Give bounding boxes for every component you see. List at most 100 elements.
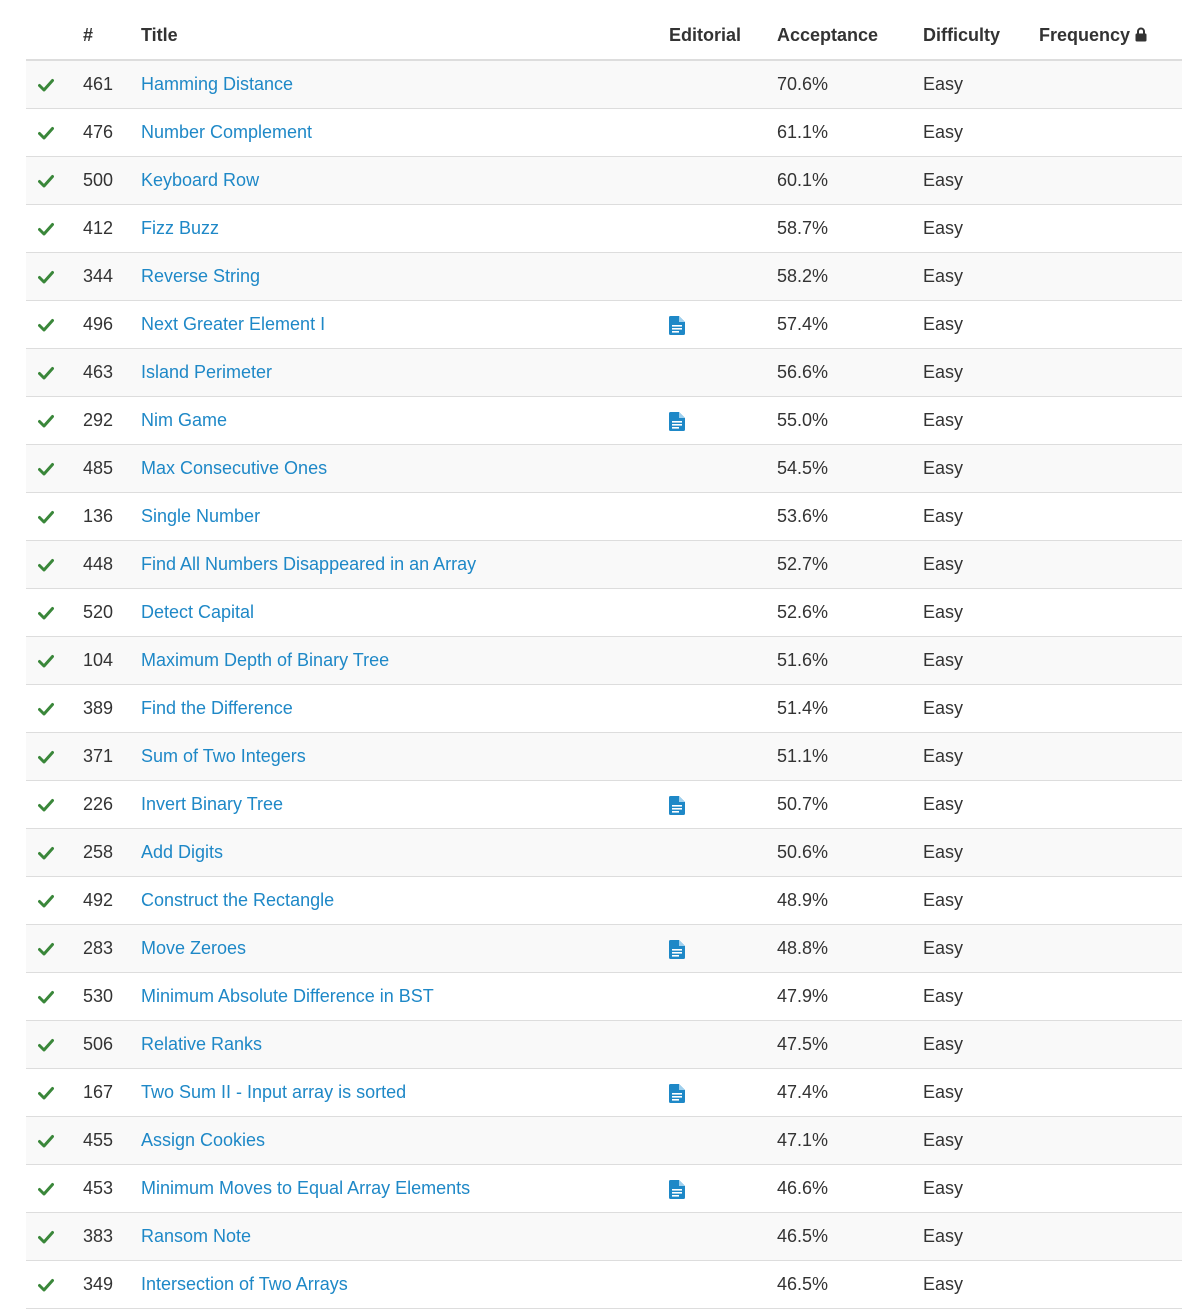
problem-title-link[interactable]: Find All Numbers Disappeared in an Array [141,554,476,574]
frequency-cell [1039,1260,1182,1309]
frequency-cell [1039,252,1182,301]
editorial-document-icon[interactable] [669,411,685,431]
problem-id: 383 [83,1212,141,1261]
editorial-document-icon[interactable] [669,795,685,815]
difficulty-cell: Easy [923,684,1039,733]
problem-title-link[interactable]: Minimum Absolute Difference in BST [141,986,434,1006]
header-editorial[interactable]: Editorial [669,11,777,61]
problem-title-link[interactable]: Fizz Buzz [141,218,219,238]
acceptance-cell: 47.4% [777,1068,923,1117]
problem-id: 461 [83,60,141,109]
problem-title-link[interactable]: Keyboard Row [141,170,259,190]
status-cell [26,780,83,829]
check-icon [38,1135,54,1148]
header-difficulty[interactable]: Difficulty [923,11,1039,61]
problem-title-link[interactable]: Minimum Moves to Equal Array Elements [141,1178,470,1198]
editorial-cell [669,156,777,205]
problem-title-link[interactable]: Island Perimeter [141,362,272,382]
check-icon [38,319,54,332]
status-cell [26,396,83,445]
acceptance-cell: 57.4% [777,300,923,349]
problem-title-link[interactable]: Invert Binary Tree [141,794,283,814]
status-cell [26,588,83,637]
status-cell [26,60,83,109]
acceptance-cell: 56.6% [777,348,923,397]
difficulty-cell: Easy [923,972,1039,1021]
problem-id: 530 [83,972,141,1021]
editorial-cell [669,1068,777,1117]
difficulty-cell: Easy [923,1020,1039,1069]
check-icon [38,1039,54,1052]
problem-title-link[interactable]: Detect Capital [141,602,254,622]
frequency-cell [1039,684,1182,733]
header-status [26,11,83,61]
table-row: 136 Single Number 53.6% Easy [26,492,1182,541]
check-icon [38,895,54,908]
status-cell [26,636,83,685]
acceptance-cell: 46.5% [777,1212,923,1261]
problem-title-link[interactable]: Find the Difference [141,698,293,718]
problem-title-link[interactable]: Maximum Depth of Binary Tree [141,650,389,670]
frequency-cell [1039,1116,1182,1165]
problem-title-link[interactable]: Sum of Two Integers [141,746,306,766]
header-title[interactable]: Title [141,11,669,61]
frequency-cell [1039,492,1182,541]
header-frequency[interactable]: Frequency [1039,11,1182,61]
problem-title-link[interactable]: Number Complement [141,122,312,142]
frequency-cell [1039,1164,1182,1213]
check-icon [38,223,54,236]
table-row: 389 Find the Difference 51.4% Easy [26,684,1182,733]
problem-title-link[interactable]: Move Zeroes [141,938,246,958]
editorial-cell [669,252,777,301]
table-header: # Title Editorial Acceptance Difficulty … [26,11,1182,61]
problem-id: 496 [83,300,141,349]
check-icon [38,511,54,524]
acceptance-cell: 50.6% [777,828,923,877]
problem-id: 453 [83,1164,141,1213]
problem-title-link[interactable]: Reverse String [141,266,260,286]
acceptance-cell: 47.1% [777,1116,923,1165]
status-cell [26,204,83,253]
problem-title-link[interactable]: Two Sum II - Input array is sorted [141,1082,406,1102]
editorial-cell [669,492,777,541]
problem-id: 520 [83,588,141,637]
difficulty-cell: Easy [923,636,1039,685]
problem-title-link[interactable]: Relative Ranks [141,1034,262,1054]
problem-id: 412 [83,204,141,253]
problem-title-link[interactable]: Hamming Distance [141,74,293,94]
problem-title-link[interactable]: Max Consecutive Ones [141,458,327,478]
editorial-document-icon[interactable] [669,1179,685,1199]
problem-title-link[interactable]: Assign Cookies [141,1130,265,1150]
acceptance-cell: 51.1% [777,732,923,781]
problem-id: 506 [83,1020,141,1069]
editorial-document-icon[interactable] [669,315,685,335]
problem-title-link[interactable]: Intersection of Two Arrays [141,1274,348,1294]
header-frequency-label: Frequency [1039,24,1131,45]
problem-title-link[interactable]: Add Digits [141,842,223,862]
table-row: 500 Keyboard Row 60.1% Easy [26,156,1182,205]
problem-title-link[interactable]: Next Greater Element I [141,314,325,334]
header-acceptance[interactable]: Acceptance [777,11,923,61]
table-row: 283 Move Zeroes 48.8% Easy [26,924,1182,973]
problem-id: 455 [83,1116,141,1165]
title-cell: Two Sum II - Input array is sorted [141,1068,669,1117]
status-cell [26,252,83,301]
title-cell: Assign Cookies [141,1116,669,1165]
problem-title-link[interactable]: Ransom Note [141,1226,251,1246]
title-cell: Number Complement [141,108,669,157]
problems-table: # Title Editorial Acceptance Difficulty … [26,11,1182,1309]
problem-title-link[interactable]: Single Number [141,506,260,526]
title-cell: Hamming Distance [141,60,669,109]
problem-title-link[interactable]: Construct the Rectangle [141,890,334,910]
status-cell [26,492,83,541]
table-row: 453 Minimum Moves to Equal Array Element… [26,1164,1182,1213]
editorial-cell [669,540,777,589]
header-id[interactable]: # [83,11,141,61]
editorial-document-icon[interactable] [669,939,685,959]
check-icon [38,559,54,572]
status-cell [26,108,83,157]
check-icon [38,1231,54,1244]
editorial-document-icon[interactable] [669,1083,685,1103]
check-icon [38,1279,54,1292]
problem-title-link[interactable]: Nim Game [141,410,227,430]
